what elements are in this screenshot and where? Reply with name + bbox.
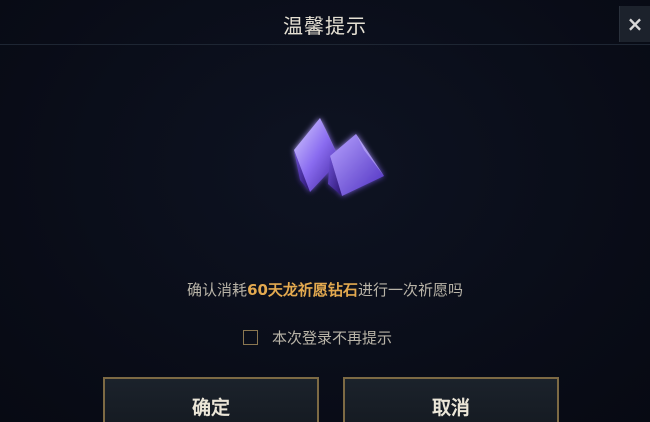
close-button[interactable]: × <box>619 6 650 42</box>
message-prefix: 确认消耗 <box>187 281 248 299</box>
cancel-button[interactable]: 取消 <box>343 377 559 422</box>
message-highlight-item: 60天龙祈愿钻石 <box>247 281 358 299</box>
dont-show-again-checkbox-row[interactable]: 本次登录不再提示 <box>243 326 392 348</box>
dont-show-again-label: 本次登录不再提示 <box>272 328 393 347</box>
confirm-message: 确认消耗60天龙祈愿钻石进行一次祈愿吗 <box>0 279 650 300</box>
dialog-title: 温馨提示 <box>283 14 367 38</box>
confirm-button[interactable]: 确定 <box>103 377 319 422</box>
diamond-gem-icon <box>294 118 384 196</box>
prompt-dialog: 温馨提示 × 确认消耗60天龙祈愿钻石进行一次祈愿吗 本次登录不再提示 确定 取… <box>0 0 650 422</box>
dont-show-again-checkbox[interactable] <box>243 329 258 345</box>
dialog-header: 温馨提示 × <box>0 0 650 45</box>
message-suffix: 进行一次祈愿吗 <box>357 281 463 299</box>
